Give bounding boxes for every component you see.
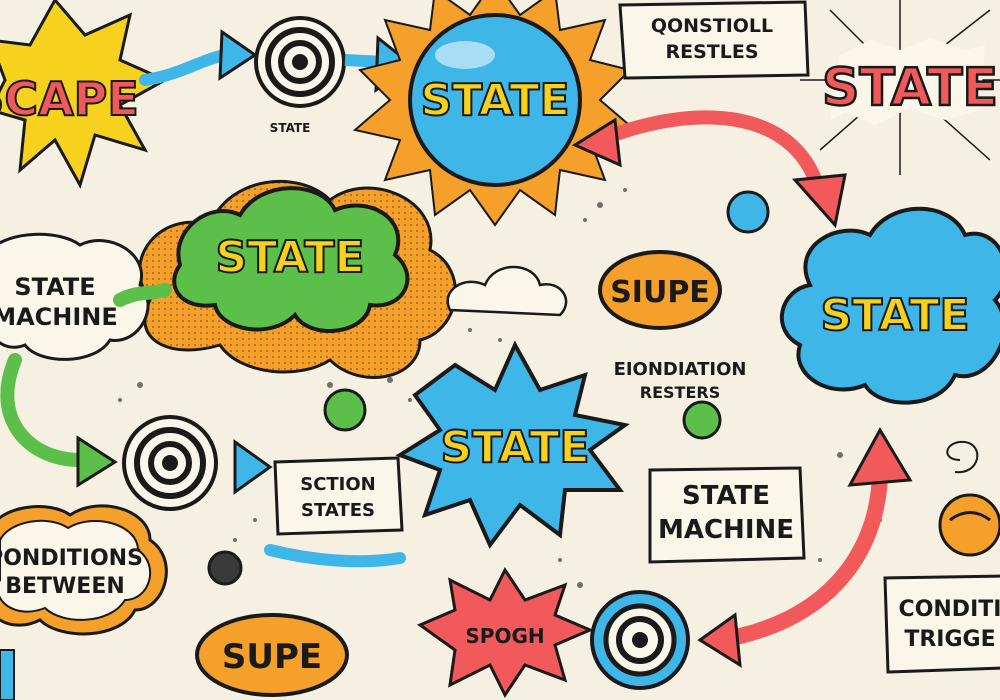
red-arrowhead-top: [791, 173, 847, 229]
supe-bottom-node: SUPE: [195, 613, 349, 697]
small-caption: STATE: [270, 121, 311, 135]
blue-arrow-bottom: [264, 544, 406, 568]
condition-trigger-label-1: CONDITI: [899, 597, 1000, 622]
starburst-state-label: STATE: [441, 422, 590, 473]
conditional-results-label-1: QONSTIOLL: [651, 15, 773, 37]
condition-trigger-label-2: TRIGGE: [904, 627, 995, 652]
state-machine-left-label-1: STATE: [14, 273, 95, 301]
blue-cloud-state-node: STATE: [780, 206, 1000, 405]
state-machine-illustration: SCAPE STATE QONSTIOLL RESTLES STATE: [0, 0, 1000, 700]
arrowhead-middle: [233, 439, 273, 495]
top-state-node: STATE: [352, 0, 638, 227]
section-states-label-2: STATES: [301, 500, 375, 521]
conditional-results-label-2: RESTLES: [665, 41, 758, 63]
supe-bottom-label: SUPE: [222, 637, 322, 677]
top-right-state-burst: STATE: [800, 0, 1000, 175]
starburst-state-node: STATE: [395, 340, 630, 549]
escape-burst: SCAPE: [0, 0, 169, 189]
conditions-between-label-2: BETWEEN: [5, 574, 125, 599]
target-icon-bottom: [590, 590, 690, 690]
green-bead-middle: [323, 388, 367, 432]
dark-bead-bottom: [207, 550, 243, 586]
small-cloud-icon: [446, 265, 568, 317]
splosh-label: SPOGH: [465, 624, 544, 648]
blue-bead-top: [726, 190, 770, 234]
condition-trigger-box: CONDITI TRIGGE: [883, 574, 1000, 674]
conditions-between-label-1: PONDITIONS: [0, 546, 143, 571]
state-machine-right-label-1: STATE: [682, 481, 770, 511]
supe-middle-label: SIUPE: [610, 275, 710, 310]
state-machine-right-label-2: MACHINE: [658, 515, 794, 545]
state-machine-left-label-2: MACHINE: [0, 303, 118, 331]
top-state-label: STATE: [421, 75, 570, 126]
blue-strip-bottom-left: [0, 649, 15, 700]
supe-middle-node: SIUPE: [598, 250, 722, 330]
foundation-rules-label-2: RESTERS: [640, 383, 720, 402]
green-cloud-state-node: STATE: [138, 179, 457, 379]
splosh-burst: SPOGH: [416, 567, 594, 698]
target-icon-top: [254, 16, 346, 108]
green-cloud-state-label: STATE: [216, 232, 365, 283]
foundation-rules-label-1: EIONDIATION: [614, 359, 747, 380]
arrow-top-left: [139, 49, 231, 86]
blue-cloud-state-label: STATE: [821, 290, 970, 341]
target-icon-middle: [122, 415, 218, 511]
green-arrowhead-left: [76, 435, 118, 488]
red-arrowhead-bottom-up: [847, 426, 913, 487]
escape-burst-label: SCAPE: [0, 72, 139, 126]
green-bead-right: [682, 400, 722, 440]
red-arrowhead-bottom-left: [697, 612, 742, 668]
decorative-face-icon: [938, 493, 1000, 557]
section-states-box: SCTION STATES: [273, 456, 404, 536]
swirl-icon: [946, 440, 979, 474]
state-machine-right-box: STATE MACHINE: [648, 466, 806, 564]
conditional-results-box: QONSTIOLL RESTLES: [618, 0, 810, 80]
red-arrow-top: [597, 110, 827, 197]
top-right-state-label: STATE: [822, 58, 998, 118]
section-states-label-1: SCTION: [300, 474, 376, 495]
conditions-between-node: PONDITIONS BETWEEN: [0, 504, 168, 636]
foundation-rules-caption: EIONDIATION RESTERS: [614, 359, 747, 402]
arrowhead-top-left: [218, 29, 258, 81]
